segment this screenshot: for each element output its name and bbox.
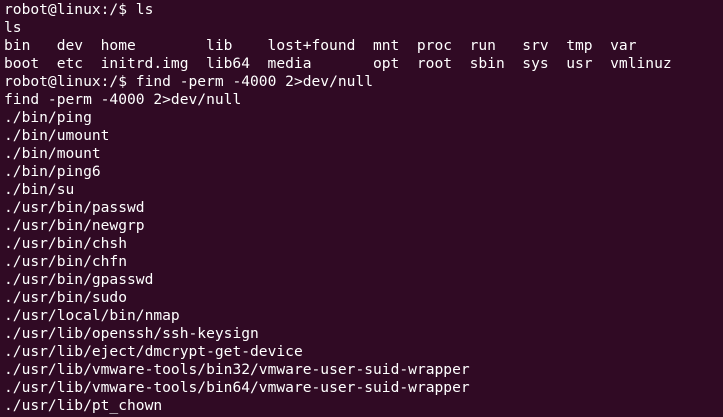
output-line: ./bin/su (4, 181, 75, 198)
output-line: ./usr/bin/passwd (4, 199, 145, 216)
directory-entry: mnt (372, 37, 400, 54)
directory-entry: sbin (469, 55, 505, 72)
output-line: ./usr/local/bin/nmap (4, 307, 180, 324)
ls-output-row: boot etc initrd.img lib64 media opt root sbin sy… (4, 55, 723, 73)
output-line: ./usr/lib/pt_chown (4, 397, 163, 414)
output-line: ./usr/lib/vmware-tools/bin32/vmware-user… (4, 361, 470, 378)
directory-entry: home (100, 37, 136, 54)
directory-entry: usr (566, 55, 593, 72)
directory-entry: vmlinuz (610, 55, 672, 72)
directory-entry: lost+found (267, 37, 356, 54)
directory-entry: tmp (566, 37, 593, 54)
directory-entry: media (267, 55, 312, 72)
directory-entry: lib64 (206, 55, 250, 72)
output-line: ./bin/mount (4, 145, 101, 162)
directory-entry: etc (56, 55, 84, 72)
output-line: ./usr/bin/sudo (4, 289, 128, 306)
output-line: ./usr/bin/newgrp (4, 217, 145, 234)
directory-entry: bin (4, 37, 31, 54)
output-line: ./bin/ping6 (4, 163, 101, 180)
directory-entry: sys (522, 55, 549, 72)
prompt-line: robot@linux:/$ ls (4, 1, 723, 19)
directory-entry: initrd.img (100, 55, 189, 72)
output-line: ./usr/bin/chsh (4, 235, 128, 252)
directory-entry: boot (4, 55, 40, 72)
output-line: ls (4, 19, 22, 36)
command-text: find -perm -4000 2>dev/null (127, 73, 374, 90)
output-line: ./usr/lib/openssh/ssh-keysign (4, 325, 259, 342)
shell-prompt: robot@linux:/$ (4, 73, 128, 90)
output-line: ./usr/lib/eject/dmcrypt-get-device (4, 343, 303, 360)
command-text: ls (127, 1, 154, 18)
shell-prompt: robot@linux:/$ (4, 1, 128, 18)
directory-entry: dev (56, 37, 84, 54)
terminal-window[interactable]: robot@linux:/$ ls ls bin dev home lib lost+fou… (0, 0, 723, 417)
prompt-line: robot@linux:/$ find -perm -4000 2>dev/nu… (4, 73, 723, 91)
ls-output-row: bin dev home lib lost+found mnt proc run srv tmp v… (4, 37, 723, 55)
output-line: ./usr/lib/vmware-tools/bin64/vmware-user… (4, 379, 470, 396)
directory-entry: var (610, 37, 637, 54)
terminal-output: robot@linux:/$ ls ls bin dev home lib lost+fou… (4, 1, 723, 415)
output-line: ./usr/bin/gpasswd (4, 271, 154, 288)
output-line: find -perm -4000 2>dev/null (4, 91, 242, 108)
directory-entry: lib (206, 37, 233, 54)
directory-entry: root (416, 55, 453, 72)
directory-entry: proc (416, 37, 453, 54)
directory-entry: run (469, 37, 496, 54)
directory-entry: srv (522, 37, 549, 54)
directory-entry: opt (372, 55, 400, 72)
output-line: ./bin/umount (4, 127, 110, 144)
output-line: ./usr/bin/chfn (4, 253, 128, 270)
output-line: ./bin/ping (4, 109, 92, 126)
